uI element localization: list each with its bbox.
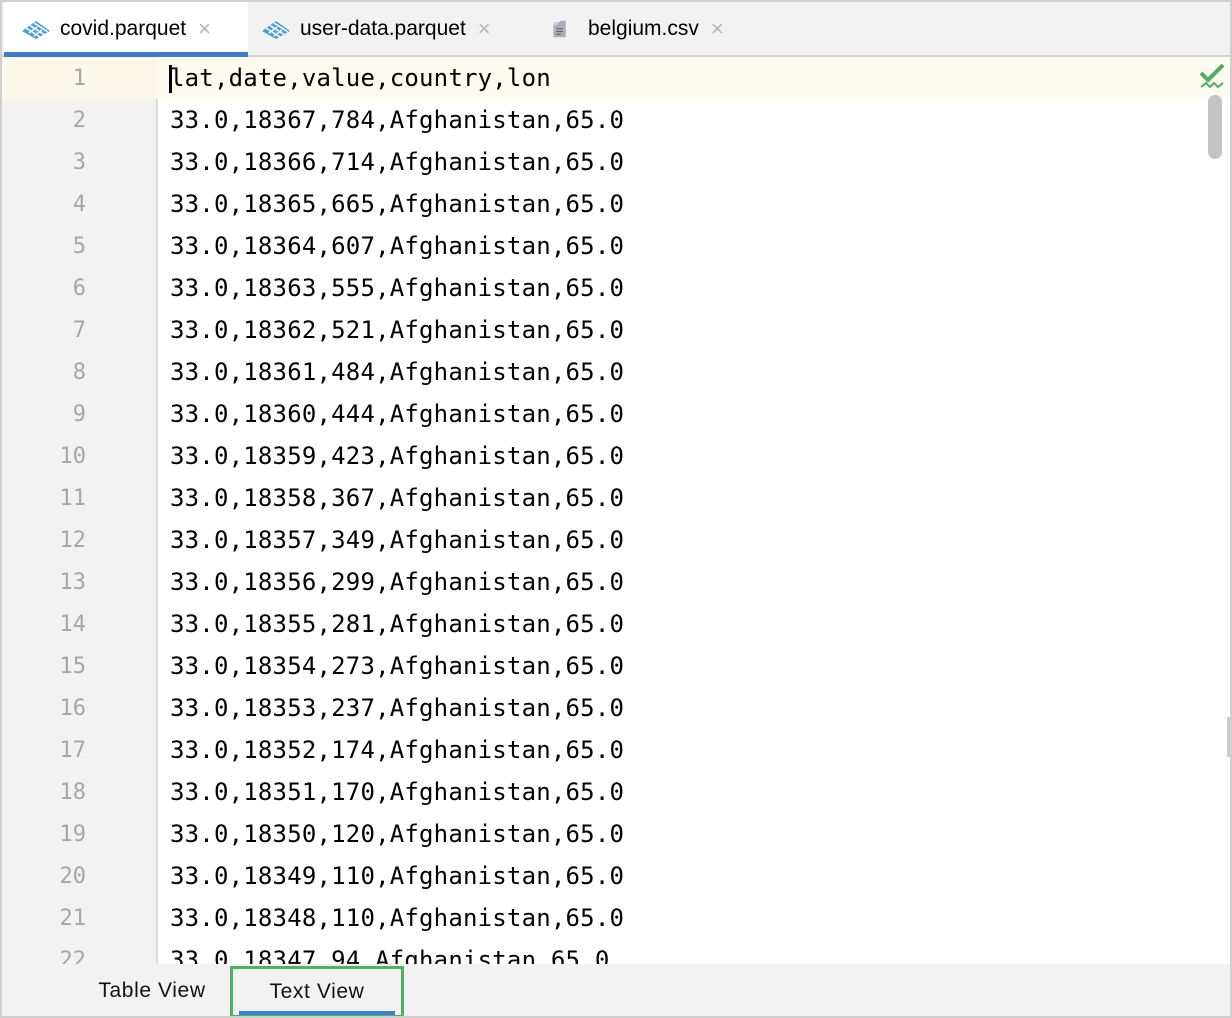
- line-text[interactable]: 33.0,18348,110,Afghanistan,65.0: [158, 904, 624, 932]
- line-number: 3: [72, 149, 86, 175]
- line-number: 20: [59, 863, 87, 889]
- editor-line[interactable]: 3 33.0,18366,714,Afghanistan,65.0: [2, 141, 1230, 183]
- line-number: 6: [72, 275, 86, 301]
- line-text[interactable]: 33.0,18366,714,Afghanistan,65.0: [158, 148, 624, 176]
- line-number: 19: [59, 821, 87, 847]
- editor-line[interactable]: 13 33.0,18356,299,Afghanistan,65.0: [2, 561, 1230, 603]
- line-number: 9: [72, 401, 86, 427]
- editor-line[interactable]: 11 33.0,18358,367,Afghanistan,65.0: [2, 477, 1230, 519]
- tab-label: covid.parquet: [60, 16, 187, 40]
- line-text[interactable]: 33.0,18355,281,Afghanistan,65.0: [158, 610, 624, 638]
- line-number: 22: [59, 947, 87, 965]
- file-tab-bar: covid.parquet × user-data.parquet × belg…: [2, 2, 1230, 57]
- editor-line[interactable]: 22 33.0,18347,94,Afghanistan,65.0: [2, 939, 1230, 964]
- editor-line[interactable]: 15 33.0,18354,273,Afghanistan,65.0: [2, 645, 1230, 687]
- editor-line[interactable]: 7 33.0,18362,521,Afghanistan,65.0: [2, 309, 1230, 351]
- line-number: 11: [59, 485, 87, 511]
- line-text[interactable]: lat,date,value,country,lon: [158, 64, 551, 92]
- view-tab-label: Text View: [269, 980, 365, 1003]
- line-number: 13: [59, 569, 87, 595]
- line-number: 1: [72, 65, 86, 91]
- line-number: 17: [59, 737, 87, 763]
- tab-label: user-data.parquet: [300, 16, 466, 40]
- line-text[interactable]: 33.0,18356,299,Afghanistan,65.0: [158, 568, 624, 596]
- line-number: 12: [59, 527, 87, 553]
- line-number: 2: [72, 107, 86, 133]
- tab-text-view[interactable]: Text View: [230, 966, 404, 1016]
- editor-line[interactable]: 9 33.0,18360,444,Afghanistan,65.0: [2, 393, 1230, 435]
- line-text[interactable]: 33.0,18349,110,Afghanistan,65.0: [158, 862, 624, 890]
- editor-line[interactable]: 19 33.0,18350,120,Afghanistan,65.0: [2, 813, 1230, 855]
- close-tab-icon[interactable]: ×: [478, 17, 491, 40]
- line-text[interactable]: 33.0,18347,94,Afghanistan,65.0: [158, 946, 609, 964]
- parquet-file-icon: [262, 20, 290, 39]
- editor-line[interactable]: 12 33.0,18357,349,Afghanistan,65.0: [2, 519, 1230, 561]
- line-text[interactable]: 33.0,18360,444,Afghanistan,65.0: [158, 400, 624, 428]
- editor-line[interactable]: 17 33.0,18352,174,Afghanistan,65.0: [2, 729, 1230, 771]
- editor-line[interactable]: 20 33.0,18349,110,Afghanistan,65.0: [2, 855, 1230, 897]
- editor-line[interactable]: 6 33.0,18363,555,Afghanistan,65.0: [2, 267, 1230, 309]
- line-number: 15: [59, 653, 87, 679]
- editor-line[interactable]: 4 33.0,18365,665,Afghanistan,65.0: [2, 183, 1230, 225]
- line-text[interactable]: 33.0,18363,555,Afghanistan,65.0: [158, 274, 624, 302]
- line-text[interactable]: 33.0,18361,484,Afghanistan,65.0: [158, 358, 624, 386]
- editor-line[interactable]: 1 lat,date,value,country,lon: [2, 57, 1230, 99]
- editor-line[interactable]: 10 33.0,18359,423,Afghanistan,65.0: [2, 435, 1230, 477]
- line-text[interactable]: 33.0,18364,607,Afghanistan,65.0: [158, 232, 624, 260]
- parquet-file-icon: [22, 20, 50, 39]
- tab-belgium-csv[interactable]: belgium.csv ×: [552, 2, 762, 55]
- tab-user-data-parquet[interactable]: user-data.parquet ×: [260, 2, 530, 55]
- tab-covid-parquet[interactable]: covid.parquet ×: [4, 2, 248, 57]
- line-number: 16: [59, 695, 87, 721]
- editor-line[interactable]: 5 33.0,18364,607,Afghanistan,65.0: [2, 225, 1230, 267]
- editor-line[interactable]: 21 33.0,18348,110,Afghanistan,65.0: [2, 897, 1230, 939]
- line-text[interactable]: 33.0,18365,665,Afghanistan,65.0: [158, 190, 624, 218]
- scroll-edge-marker: [1227, 717, 1230, 757]
- line-text[interactable]: 33.0,18358,367,Afghanistan,65.0: [158, 484, 624, 512]
- editor-line[interactable]: 2 33.0,18367,784,Afghanistan,65.0: [2, 99, 1230, 141]
- line-text[interactable]: 33.0,18352,174,Afghanistan,65.0: [158, 736, 624, 764]
- line-text[interactable]: 33.0,18353,237,Afghanistan,65.0: [158, 694, 624, 722]
- view-tab-label: Table View: [98, 979, 206, 1002]
- line-number: 14: [59, 611, 87, 637]
- editor-line[interactable]: 14 33.0,18355,281,Afghanistan,65.0: [2, 603, 1230, 645]
- text-caret: [169, 65, 172, 93]
- line-text[interactable]: 33.0,18351,170,Afghanistan,65.0: [158, 778, 624, 806]
- vertical-scrollbar[interactable]: [1204, 57, 1230, 964]
- line-number: 10: [59, 443, 87, 469]
- line-number: 21: [59, 905, 87, 931]
- close-tab-icon[interactable]: ×: [198, 17, 211, 40]
- editor-window: covid.parquet × user-data.parquet × belg…: [0, 0, 1232, 1018]
- line-number: 4: [72, 191, 86, 217]
- editor-line[interactable]: 18 33.0,18351,170,Afghanistan,65.0: [2, 771, 1230, 813]
- scrollbar-thumb[interactable]: [1208, 95, 1222, 159]
- line-number: 5: [72, 233, 86, 259]
- editor-line[interactable]: 8 33.0,18361,484,Afghanistan,65.0: [2, 351, 1230, 393]
- line-text[interactable]: 33.0,18359,423,Afghanistan,65.0: [158, 442, 624, 470]
- tab-label: belgium.csv: [588, 16, 699, 40]
- view-mode-bar: Table View Text View: [2, 964, 1230, 1016]
- line-number: 8: [72, 359, 86, 385]
- line-number: 18: [59, 779, 87, 805]
- text-editor[interactable]: 1 lat,date,value,country,lon 2 33.0,18367,7…: [2, 57, 1230, 964]
- editor-line[interactable]: 16 33.0,18353,237,Afghanistan,65.0: [2, 687, 1230, 729]
- line-text[interactable]: 33.0,18367,784,Afghanistan,65.0: [158, 106, 624, 134]
- line-text[interactable]: 33.0,18357,349,Afghanistan,65.0: [158, 526, 624, 554]
- line-text[interactable]: 33.0,18354,273,Afghanistan,65.0: [158, 652, 624, 680]
- editor-lines: 1 lat,date,value,country,lon 2 33.0,18367,7…: [2, 57, 1230, 964]
- close-tab-icon[interactable]: ×: [711, 17, 724, 40]
- line-number: 7: [72, 317, 86, 343]
- line-text[interactable]: 33.0,18350,120,Afghanistan,65.0: [158, 820, 624, 848]
- tab-table-view[interactable]: Table View: [72, 964, 232, 1016]
- line-text[interactable]: 33.0,18362,521,Afghanistan,65.0: [158, 316, 624, 344]
- text-file-icon: [553, 20, 566, 37]
